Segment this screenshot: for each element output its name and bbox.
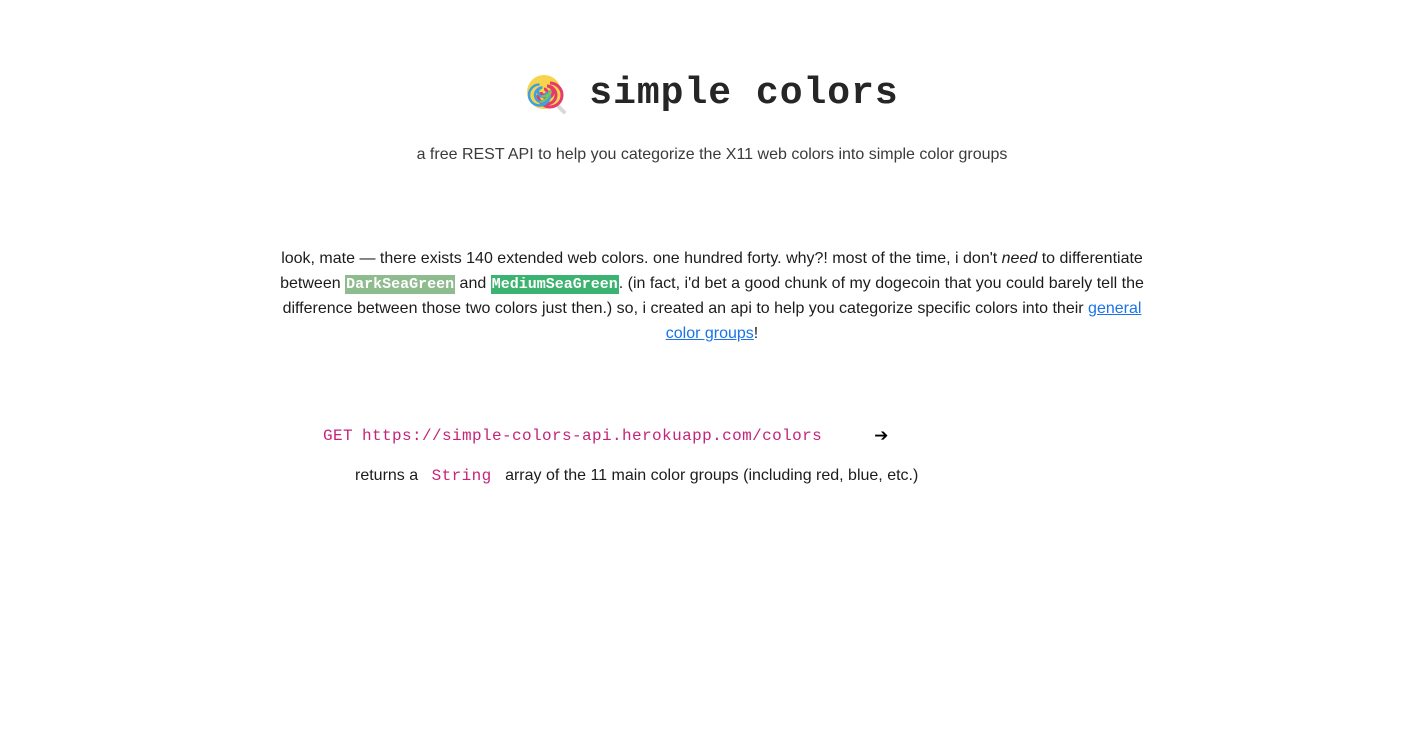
endpoint-description: returns a String array of the 11 main co… xyxy=(355,467,918,485)
page-subtitle: a free REST API to help you categorize t… xyxy=(416,145,1008,163)
endpoint-method: GET xyxy=(323,427,354,445)
page-header: simple colors a free REST API to help yo… xyxy=(0,72,1424,164)
intro-text-1: look, mate — there exists 140 extended w… xyxy=(281,250,1002,267)
color-swatch-darkseagreen: DarkSeaGreen xyxy=(345,274,456,294)
intro-emphasis: need xyxy=(1001,250,1038,267)
desc-text-before: returns a xyxy=(355,467,419,484)
intro-and: and xyxy=(455,274,491,292)
desc-text-after: array of the 11 main color groups (inclu… xyxy=(505,467,919,484)
page-title: simple colors xyxy=(589,72,899,115)
intro-paragraph: look, mate — there exists 140 extended w… xyxy=(280,247,1144,346)
color-swatch-mediumseagreen: MediumSeaGreen xyxy=(490,274,619,294)
endpoint-url: https://simple-colors-api.herokuapp.com/… xyxy=(362,427,823,445)
arrow-right-icon[interactable]: ➔ xyxy=(874,426,889,446)
title-row: simple colors xyxy=(525,72,898,115)
lollipop-icon xyxy=(525,73,567,115)
desc-type-code: String xyxy=(431,467,492,485)
intro-end: ! xyxy=(753,324,759,342)
endpoint-row: GET https://simple-colors-api.herokuapp.… xyxy=(323,426,889,446)
